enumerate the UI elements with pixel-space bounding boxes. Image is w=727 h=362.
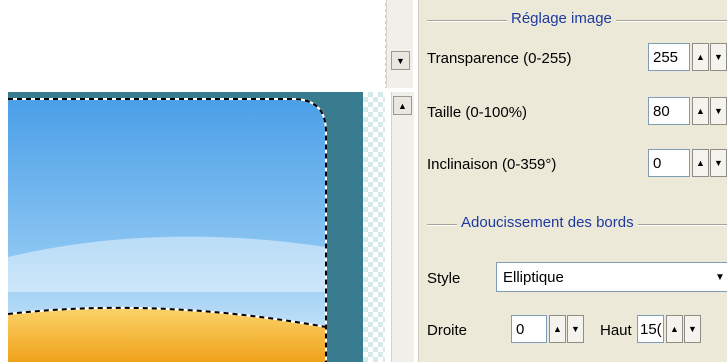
scroll-down-icon[interactable]: ▼ [391, 51, 410, 70]
spin-up-icon[interactable]: ▲ [692, 149, 709, 177]
spin-down-icon[interactable]: ▼ [567, 315, 584, 343]
transparence-input[interactable]: 255 [648, 43, 690, 71]
spin-down-icon[interactable]: ▼ [710, 97, 727, 125]
transparency-checker-right [363, 92, 385, 362]
inclinaison-label: Inclinaison (0-359°) [427, 156, 557, 173]
inclinaison-input[interactable]: 0 [648, 149, 690, 177]
spin-down-icon[interactable]: ▼ [710, 149, 727, 177]
style-select-value: Elliptique [503, 269, 564, 286]
spin-up-icon[interactable]: ▲ [666, 315, 683, 343]
droite-input[interactable]: 0 [511, 315, 547, 343]
taille-input[interactable]: 80 [648, 97, 690, 125]
spin-up-icon[interactable]: ▲ [692, 97, 709, 125]
style-label: Style [427, 270, 461, 287]
preview-image [8, 98, 327, 362]
chevron-down-icon[interactable]: ▼ [715, 272, 725, 283]
image-preview-area [0, 0, 385, 362]
style-select[interactable]: Elliptique [496, 262, 727, 292]
haut-spinner[interactable]: ▲ ▼ [666, 315, 702, 343]
scrollbar-right[interactable] [391, 92, 414, 362]
spin-up-icon[interactable]: ▲ [692, 43, 709, 71]
haut-input[interactable]: 15( [637, 315, 664, 343]
spin-down-icon[interactable]: ▼ [710, 43, 727, 71]
spin-down-icon[interactable]: ▼ [684, 315, 701, 343]
group-title-edge-smoothing: Adoucissement des bords [457, 214, 638, 231]
preview-canvas[interactable] [8, 92, 363, 362]
spin-up-icon[interactable]: ▲ [549, 315, 566, 343]
scroll-up-icon[interactable]: ▲ [393, 96, 412, 115]
transparence-label: Transparence (0-255) [427, 50, 572, 67]
transparence-spinner[interactable]: ▲ ▼ [692, 43, 727, 71]
droite-spinner[interactable]: ▲ ▼ [549, 315, 585, 343]
group-title-image-settings: Réglage image [507, 10, 616, 27]
settings-panel: Réglage image Transparence (0-255) 255 ▲… [418, 0, 727, 362]
taille-spinner[interactable]: ▲ ▼ [692, 97, 727, 125]
taille-label: Taille (0-100%) [427, 104, 528, 121]
droite-label: Droite [427, 322, 468, 339]
haut-label: Haut [600, 322, 632, 339]
scrollbar-top[interactable] [386, 0, 413, 88]
inclinaison-spinner[interactable]: ▲ ▼ [692, 149, 727, 177]
